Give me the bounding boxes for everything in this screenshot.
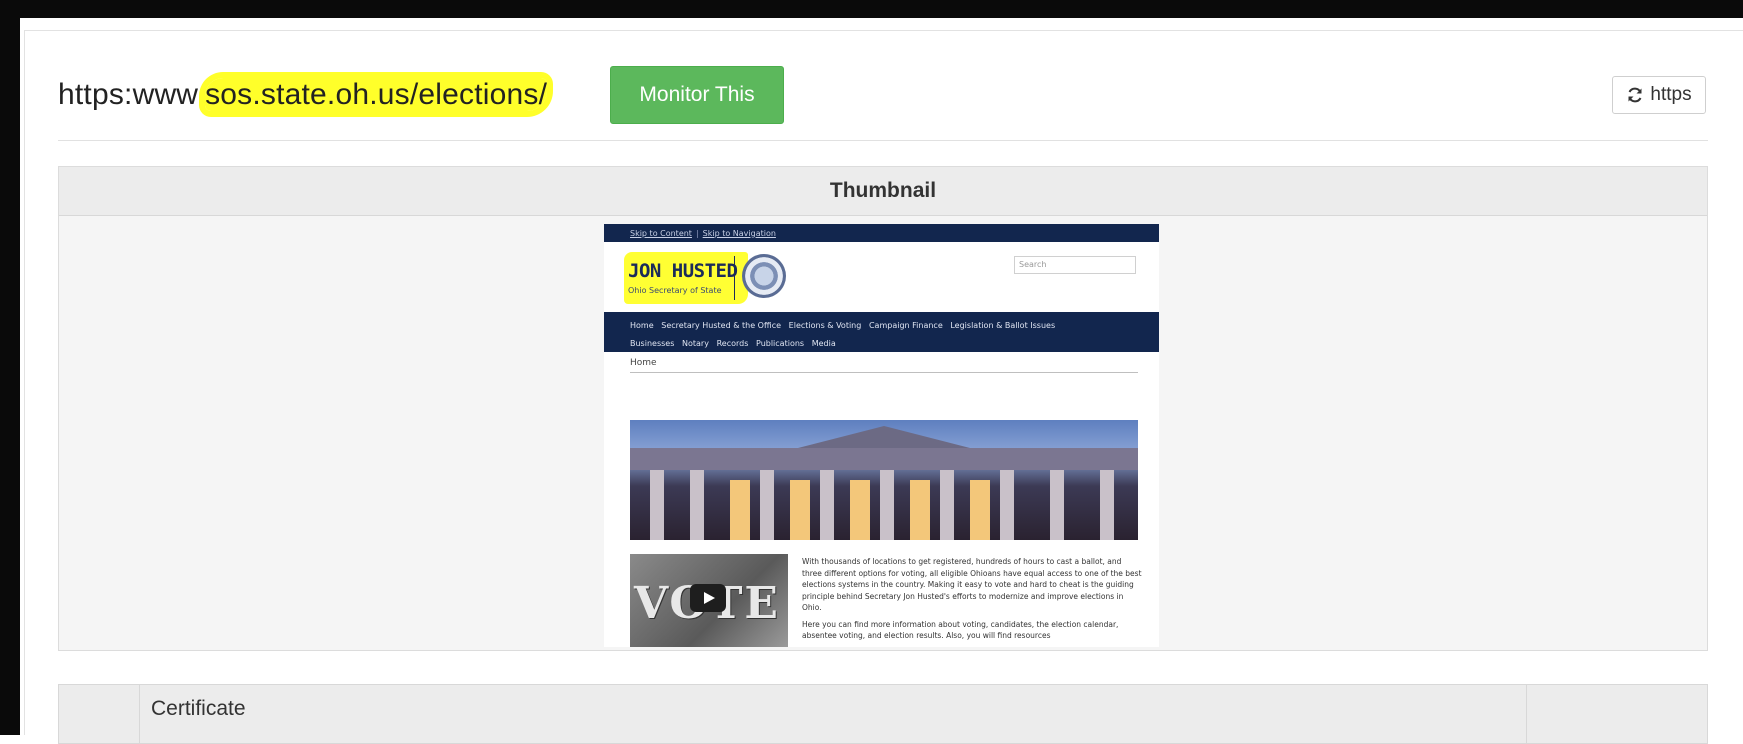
hero-window bbox=[970, 480, 990, 540]
hero-column bbox=[1000, 470, 1014, 540]
page-url: https:www.sos.state.oh.us/elections/ bbox=[58, 78, 548, 112]
site-intro-text: With thousands of locations to get regis… bbox=[802, 556, 1142, 647]
hero-pediment bbox=[798, 426, 970, 448]
hero-window bbox=[730, 480, 750, 540]
site-nav-row: Businesses Notary Records Publications M… bbox=[630, 339, 836, 348]
play-icon[interactable] bbox=[690, 584, 726, 612]
site-paragraph: With thousands of locations to get regis… bbox=[802, 557, 1142, 612]
certificate-cell-left bbox=[59, 685, 140, 743]
vote-video-thumbnail[interactable]: VOTE bbox=[630, 554, 788, 647]
site-nav-row: Home Secretary Husted & the Office Elect… bbox=[630, 321, 1056, 330]
certificate-panel: Certificate bbox=[58, 684, 1708, 744]
https-refresh-button[interactable]: https bbox=[1612, 76, 1706, 114]
website-thumbnail[interactable]: Skip to Content | Skip to Navigation JON… bbox=[604, 224, 1159, 647]
hero-column bbox=[690, 470, 704, 540]
hero-column bbox=[940, 470, 954, 540]
certificate-title: Certificate bbox=[151, 697, 246, 720]
skip-to-content-link: Skip to Content bbox=[630, 228, 692, 238]
site-brand-name: JON HUSTED bbox=[628, 260, 738, 282]
statehouse-hero-image bbox=[630, 420, 1138, 540]
hero-window bbox=[850, 480, 870, 540]
url-header: https:www.sos.state.oh.us/elections/ Mon… bbox=[58, 64, 1708, 141]
site-navigation: Home Secretary Husted & the Office Elect… bbox=[604, 312, 1159, 352]
thumbnail-panel-title: Thumbnail bbox=[59, 167, 1707, 216]
site-brand-subtitle: Ohio Secretary of State bbox=[628, 286, 722, 295]
site-skip-links: Skip to Content | Skip to Navigation bbox=[604, 224, 1159, 242]
site-breadcrumb: Home bbox=[630, 358, 1138, 373]
monitor-this-button[interactable]: Monitor This bbox=[610, 66, 784, 124]
hero-entablature bbox=[630, 448, 1138, 470]
hero-column bbox=[880, 470, 894, 540]
hero-column bbox=[820, 470, 834, 540]
certificate-cell-right bbox=[1526, 685, 1707, 743]
thumbnail-panel: Thumbnail Skip to Content | Skip to Navi… bbox=[58, 166, 1708, 651]
skip-to-navigation-link: Skip to Navigation bbox=[702, 228, 776, 238]
hero-column bbox=[1050, 470, 1064, 540]
hero-column bbox=[650, 470, 664, 540]
brand-divider bbox=[734, 256, 735, 300]
site-paragraph: Here you can find more information about… bbox=[802, 619, 1119, 641]
hero-window bbox=[910, 480, 930, 540]
hero-window bbox=[790, 480, 810, 540]
refresh-icon bbox=[1626, 86, 1644, 104]
site-search-input: Search bbox=[1014, 256, 1136, 274]
hero-column bbox=[1100, 470, 1114, 540]
url-highlighted-part: sos.state.oh.us/elections/ bbox=[205, 78, 548, 111]
url-prefix: https:www. bbox=[58, 78, 206, 111]
hero-column bbox=[760, 470, 774, 540]
state-seal-icon bbox=[742, 254, 786, 298]
https-button-label: https bbox=[1650, 84, 1692, 105]
